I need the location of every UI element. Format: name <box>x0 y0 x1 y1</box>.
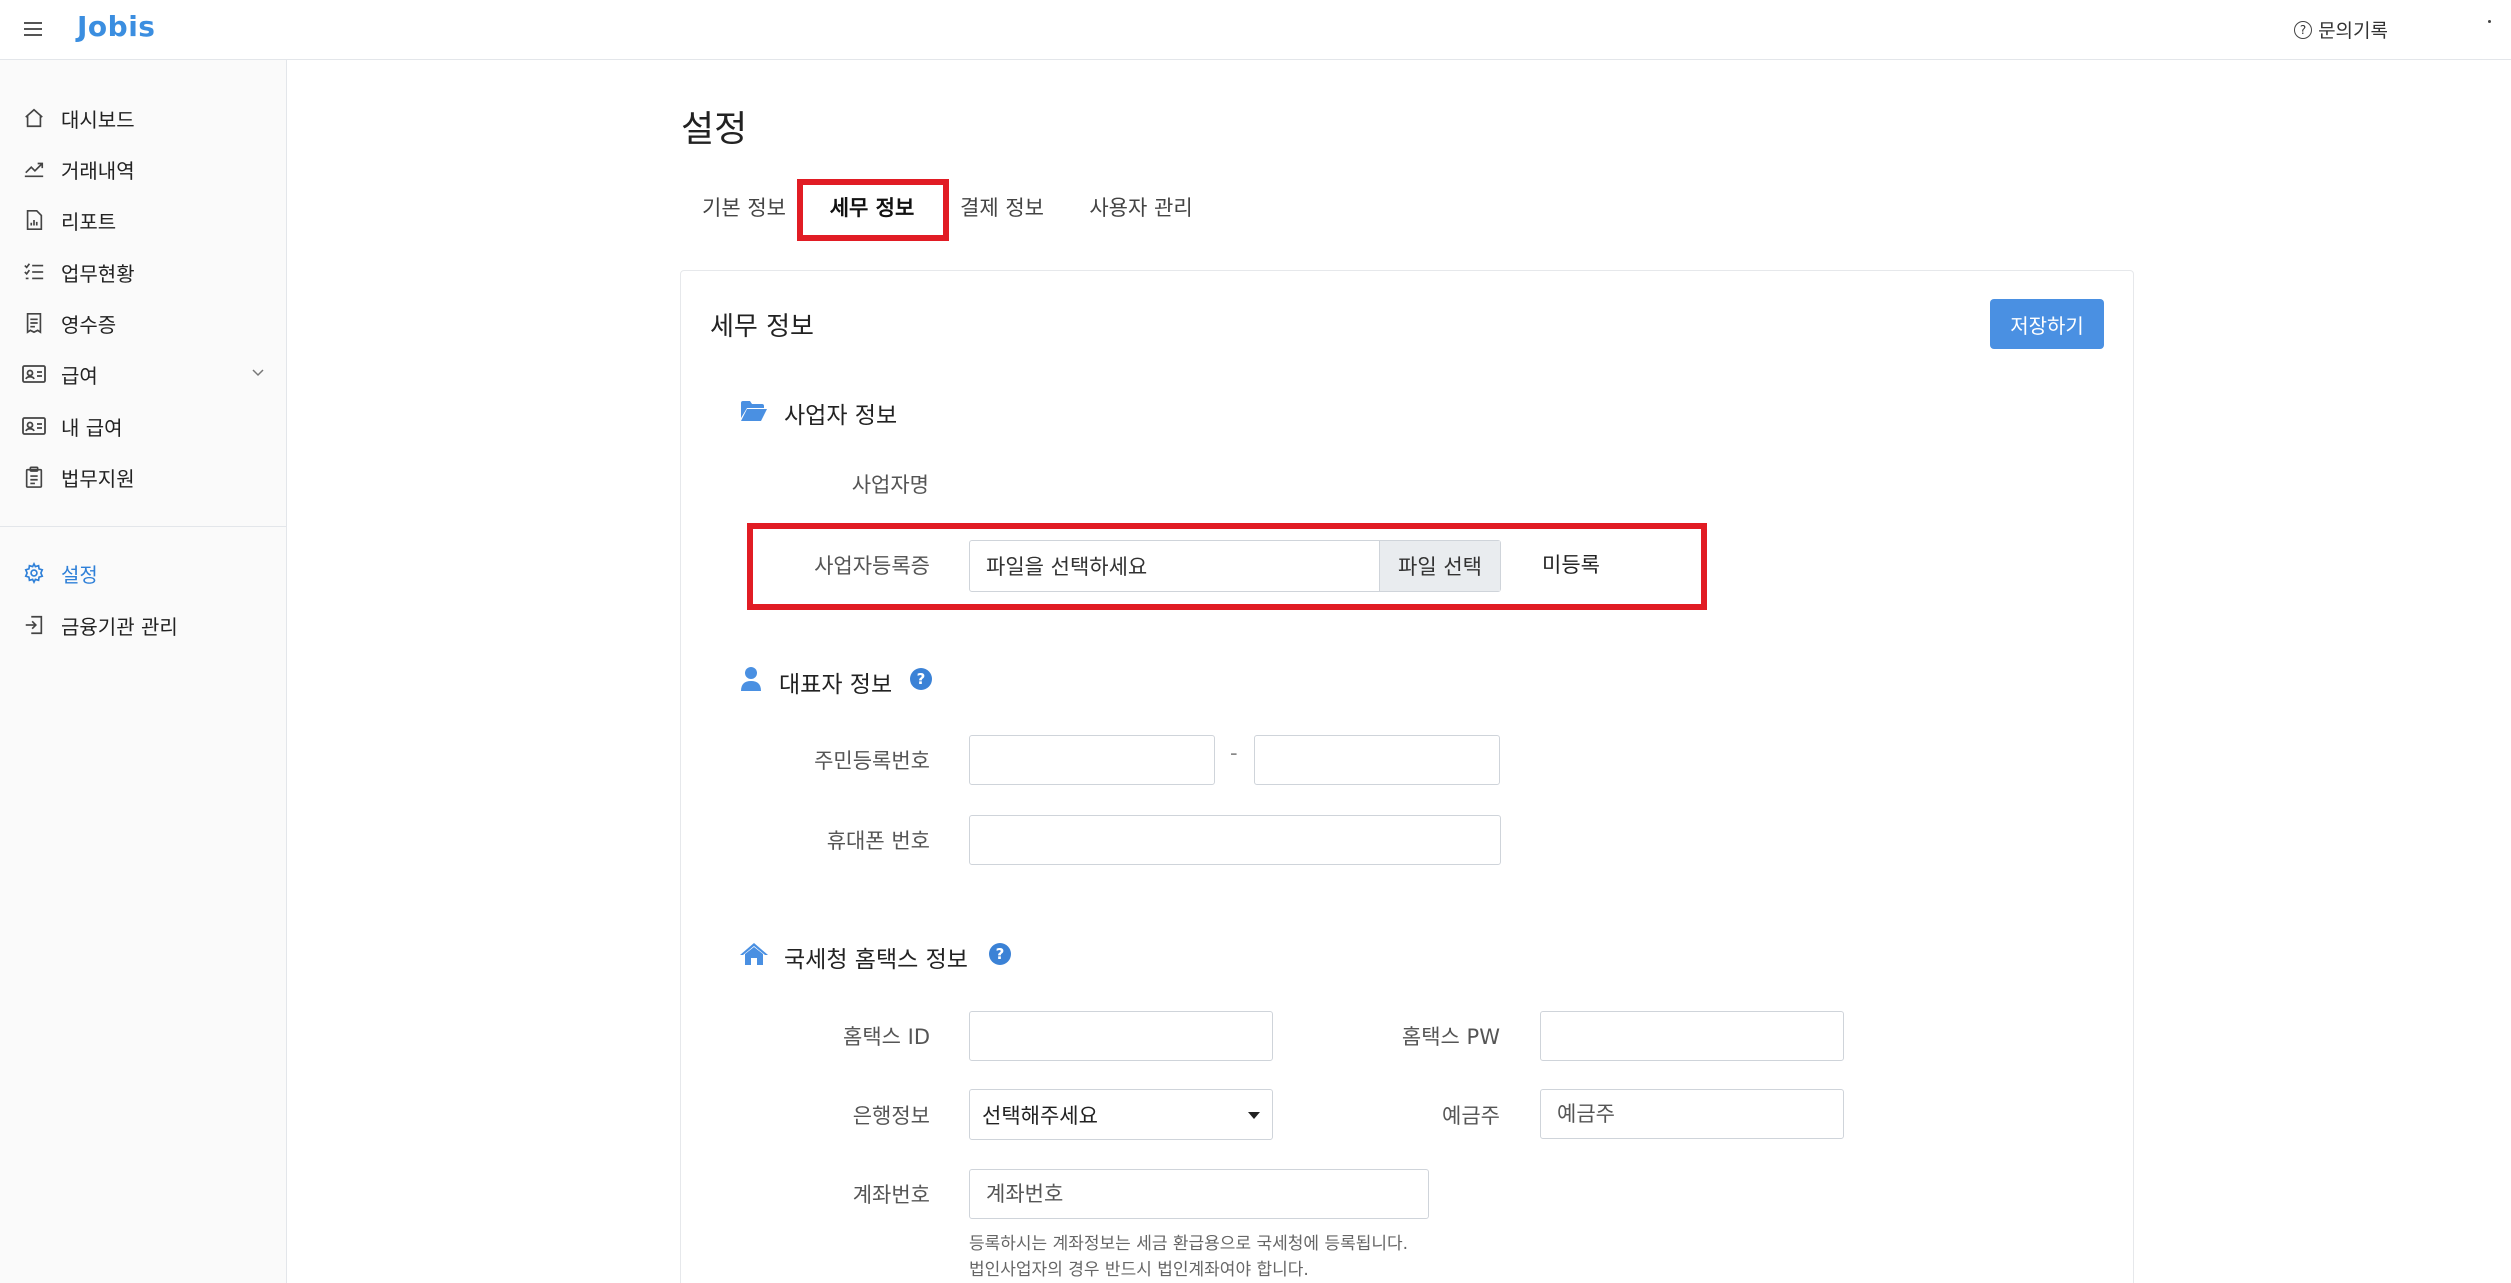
page-title: 설정 <box>681 109 748 150</box>
id-card-icon <box>22 362 46 386</box>
hometax-id-input[interactable] <box>969 1011 1273 1061</box>
account-number-input[interactable] <box>969 1169 1429 1219</box>
sidebar-item-label: 대시보드 <box>61 107 135 132</box>
home-icon <box>22 106 46 130</box>
logo[interactable]: Jobis <box>77 10 155 43</box>
receipt-icon <box>22 311 46 335</box>
inquiry-link[interactable]: ? 문의기록 <box>2294 16 2388 43</box>
phone-input[interactable] <box>969 815 1501 865</box>
sidebar-item-dashboard[interactable]: 대시보드 <box>0 98 287 138</box>
menu-icon[interactable] <box>24 18 46 38</box>
bank-selected-value: 선택해주세요 <box>982 1103 1098 1128</box>
sidebar-item-label: 거래내역 <box>61 158 135 183</box>
rrn-front-input[interactable] <box>969 735 1215 785</box>
caret-down-icon <box>1248 1112 1260 1119</box>
sidebar-item-label: 리포트 <box>61 209 117 234</box>
sidebar-item-report[interactable]: 리포트 <box>0 200 287 240</box>
user-menu-dot[interactable] <box>2488 20 2491 23</box>
bank-label: 은행정보 <box>852 1104 930 1128</box>
business-section-title: 사업자 정보 <box>784 403 898 429</box>
sidebar-item-transactions[interactable]: 거래내역 <box>0 149 287 189</box>
checklist-icon <box>22 260 46 284</box>
home-icon <box>739 940 769 968</box>
sidebar-item-receipt[interactable]: 영수증 <box>0 303 287 343</box>
inquiry-label: 문의기록 <box>2318 20 2388 42</box>
sidebar-item-label: 업무현황 <box>61 261 135 286</box>
rrn-label: 주민등록번호 <box>814 749 930 773</box>
hometax-id-label: 홈택스 ID <box>843 1025 930 1049</box>
tab-payment-info[interactable]: 결제 정보 <box>957 182 1047 232</box>
sidebar-divider <box>0 526 287 527</box>
question-circle-icon: ? <box>2294 20 2313 39</box>
hometax-pw-label: 홈택스 PW <box>1401 1025 1500 1049</box>
user-icon <box>736 665 766 693</box>
chevron-down-icon[interactable] <box>251 364 265 383</box>
sidebar-item-label: 급여 <box>61 363 98 388</box>
save-button[interactable]: 저장하기 <box>1990 299 2104 349</box>
sidebar-item-label: 금융기관 관리 <box>61 614 178 639</box>
sidebar-item-label: 법무지원 <box>61 466 135 491</box>
report-icon <box>22 208 46 232</box>
account-holder-input[interactable] <box>1540 1089 1844 1139</box>
gear-icon <box>22 561 46 585</box>
sidebar: 대시보드 거래내역 리포트 업무현황 영수증 급여 내 급여 법무지원 설정 금… <box>0 60 287 1283</box>
card-title: 세무 정보 <box>710 312 814 342</box>
sidebar-item-label: 영수증 <box>61 312 117 337</box>
file-highlight-box <box>747 523 1707 610</box>
tab-user-management[interactable]: 사용자 관리 <box>1086 182 1196 232</box>
representative-help-icon[interactable]: ? <box>910 668 932 690</box>
sidebar-item-label: 내 급여 <box>61 415 123 440</box>
chart-line-icon <box>22 157 46 181</box>
rrn-back-input[interactable] <box>1254 735 1500 785</box>
id-card-icon <box>22 414 46 438</box>
account-holder-label: 예금주 <box>1442 1104 1500 1128</box>
hometax-help-icon[interactable]: ? <box>989 943 1011 965</box>
sign-in-icon <box>22 613 46 637</box>
bank-select[interactable]: 선택해주세요 <box>969 1089 1273 1140</box>
business-name-label: 사업자명 <box>851 473 929 497</box>
sidebar-item-label: 설정 <box>61 562 98 587</box>
sidebar-item-settings[interactable]: 설정 <box>0 553 287 593</box>
tab-basic-info[interactable]: 기본 정보 <box>699 182 789 232</box>
sidebar-item-payroll[interactable]: 급여 <box>0 354 287 394</box>
sidebar-item-financial-institutions[interactable]: 금융기관 관리 <box>0 605 287 645</box>
account-note-2: 법인사업자의 경우 반드시 법인계좌여야 합니다. <box>969 1260 1309 1280</box>
top-bar: Jobis ? 문의기록 <box>0 0 2511 60</box>
sidebar-item-my-payroll[interactable]: 내 급여 <box>0 406 287 446</box>
account-number-label: 계좌번호 <box>852 1183 930 1207</box>
phone-label: 휴대폰 번호 <box>826 829 930 853</box>
hometax-section-title: 국세청 홈택스 정보 <box>784 947 968 973</box>
clipboard-icon <box>22 465 46 489</box>
hometax-pw-input[interactable] <box>1540 1011 1844 1061</box>
sidebar-item-work-status[interactable]: 업무현황 <box>0 252 287 292</box>
sidebar-item-legal-support[interactable]: 법무지원 <box>0 457 287 497</box>
tab-highlight-box <box>797 179 949 241</box>
rrn-dash: - <box>1230 741 1238 765</box>
folder-open-icon <box>739 397 769 425</box>
account-note-1: 등록하시는 계좌정보는 세금 환급용으로 국세청에 등록됩니다. <box>969 1234 1409 1254</box>
representative-section-title: 대표자 정보 <box>779 672 893 698</box>
